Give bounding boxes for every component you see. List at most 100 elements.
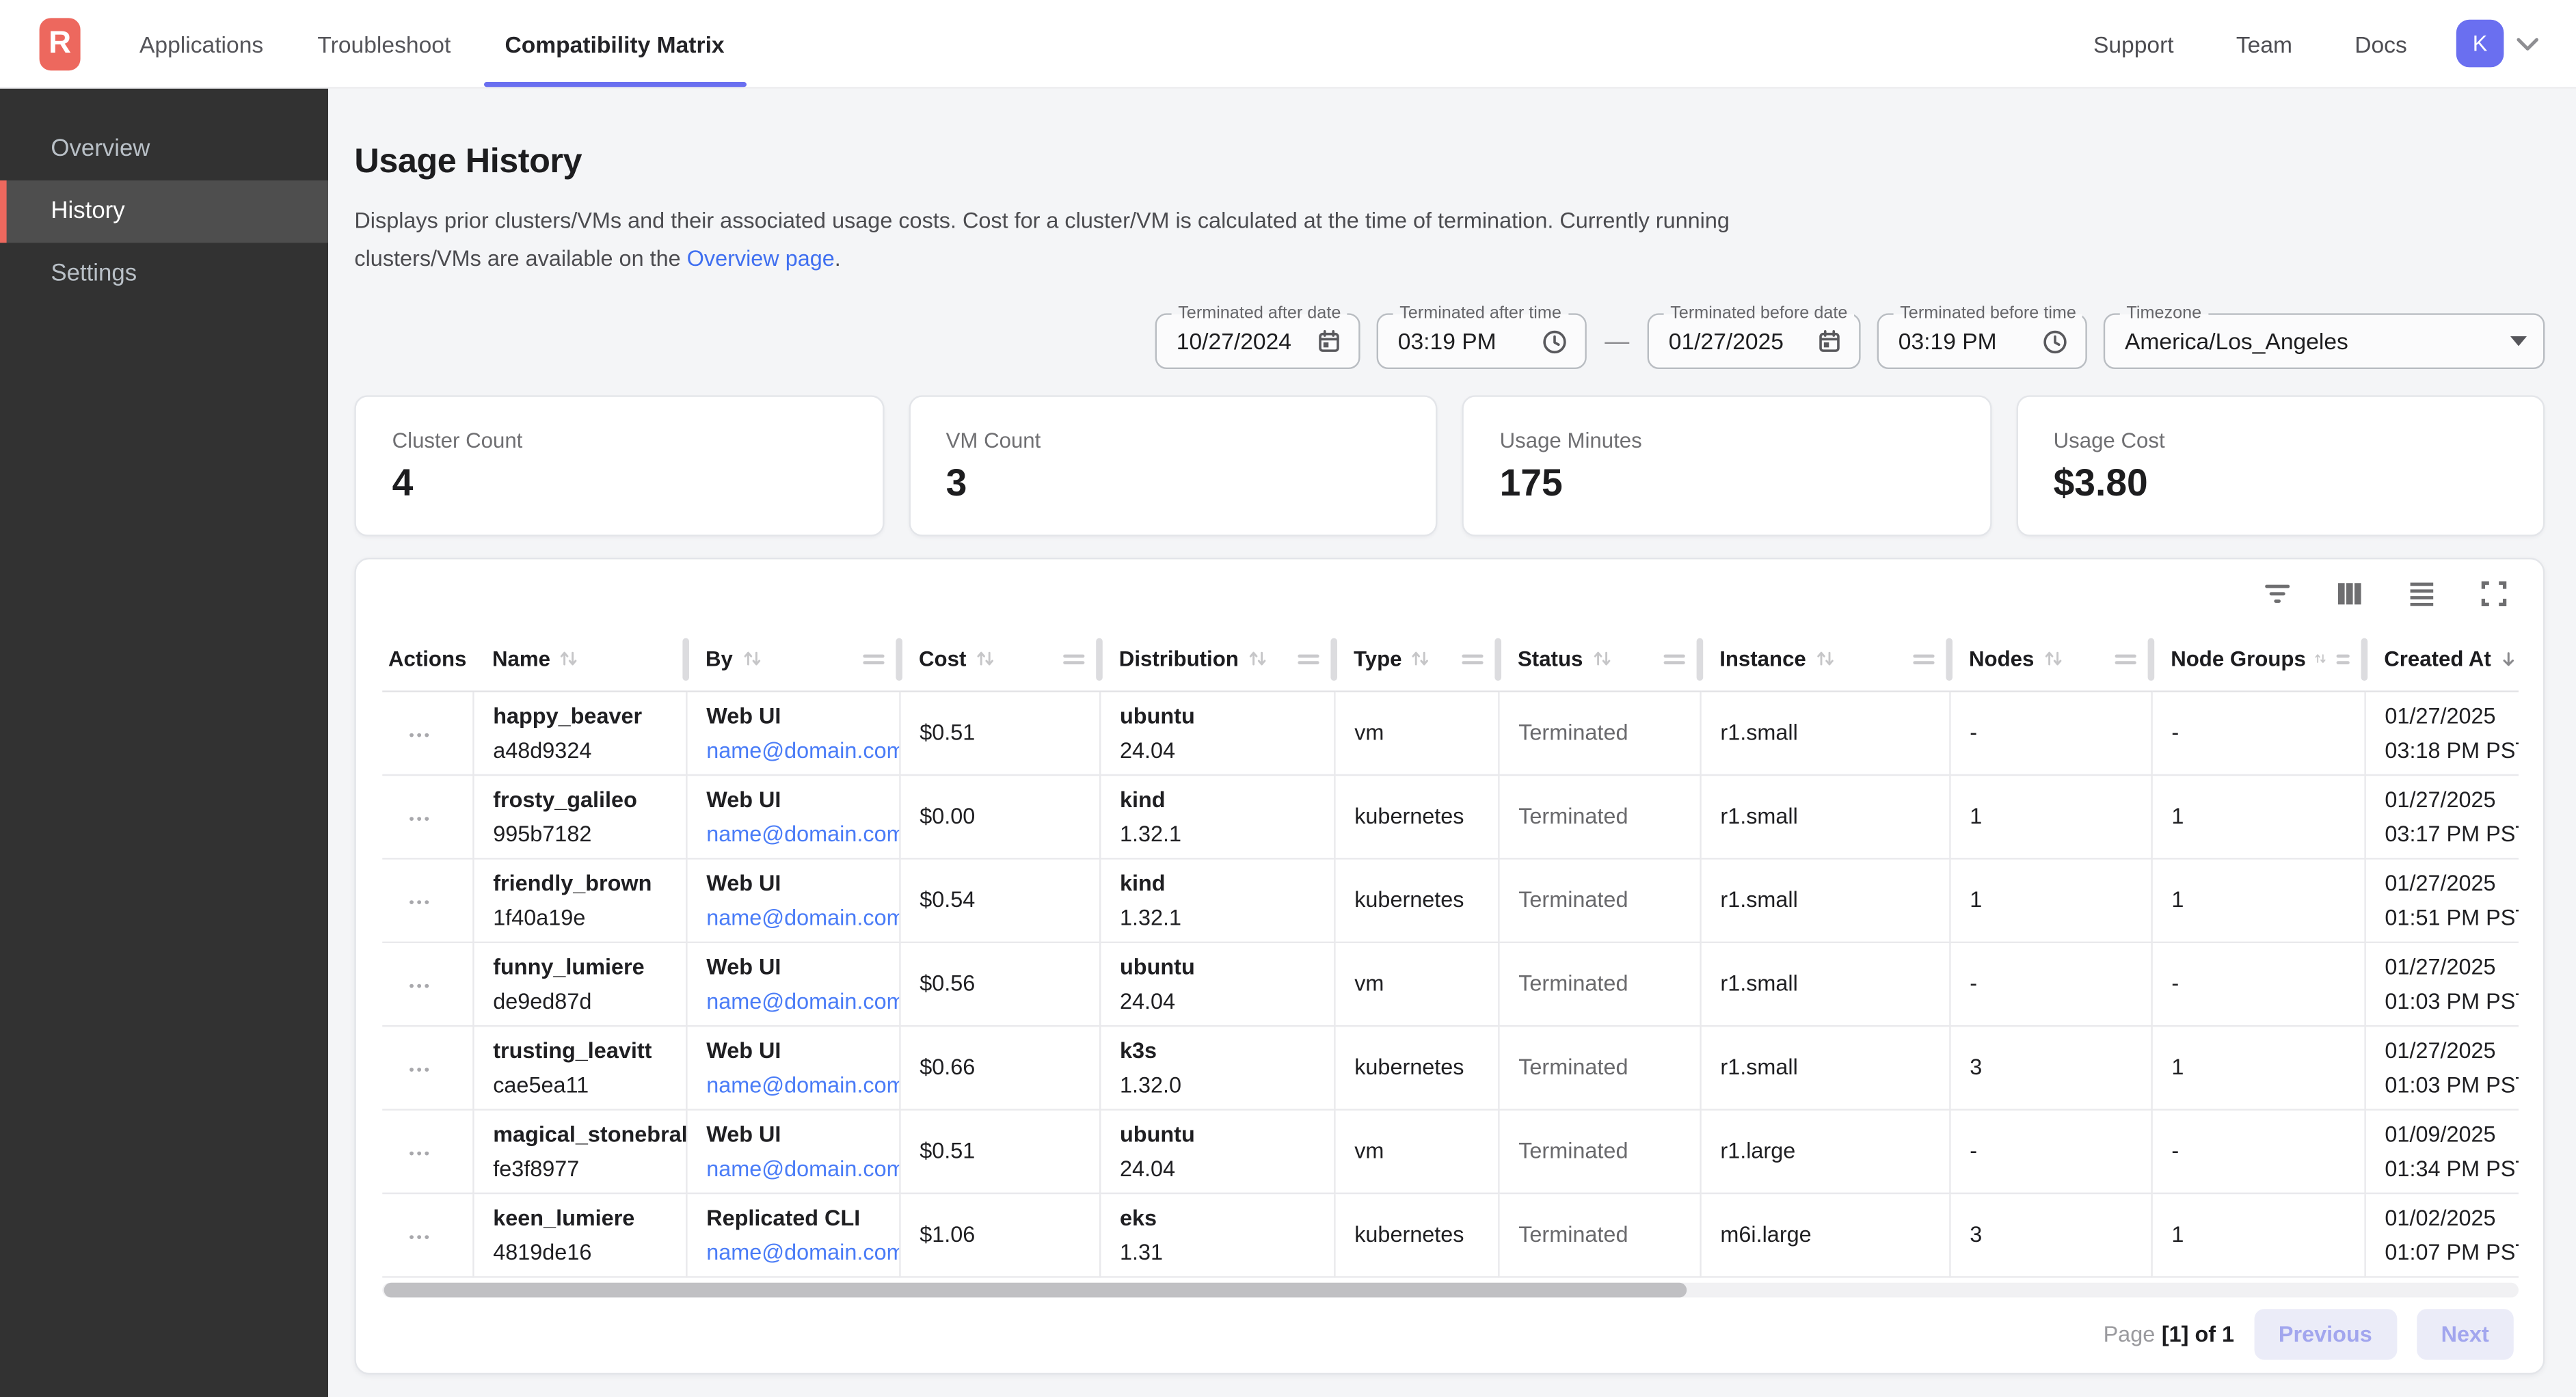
timezone-select[interactable]: Timezone America/Los_Angeles bbox=[2104, 313, 2545, 369]
clock-icon[interactable] bbox=[2041, 327, 2069, 355]
sort-icon[interactable] bbox=[1410, 649, 1432, 670]
row-actions-button[interactable]: ••• bbox=[409, 1061, 431, 1078]
account-menu[interactable]: K bbox=[2456, 20, 2540, 68]
column-header-node-groups[interactable]: Node Groups bbox=[2151, 628, 2364, 690]
horizontal-scrollbar[interactable] bbox=[382, 1282, 2519, 1297]
topbar-right: Support Team Docs K bbox=[2093, 20, 2576, 68]
email-link[interactable]: name@domain.com bbox=[706, 1234, 885, 1269]
email-link[interactable]: name@domain.com bbox=[706, 984, 885, 1018]
support-link[interactable]: Support bbox=[2093, 30, 2174, 56]
table-row[interactable]: ••• trusting_leavittcae5ea11 Web UIname@… bbox=[382, 1025, 2519, 1109]
terminated-before-date-field[interactable]: Terminated before date 01/27/2025 bbox=[1648, 313, 1861, 369]
sort-icon[interactable] bbox=[741, 649, 762, 670]
column-drag-handle[interactable] bbox=[1664, 653, 1685, 664]
column-drag-handle[interactable] bbox=[1462, 653, 1483, 664]
cluster-id: 1f40a19e bbox=[493, 899, 672, 934]
row-actions-button[interactable]: ••• bbox=[409, 1229, 431, 1245]
replicated-logo[interactable]: R bbox=[40, 17, 81, 70]
column-label: Created At bbox=[2384, 647, 2491, 671]
tab-troubleshoot[interactable]: Troubleshoot bbox=[317, 0, 451, 87]
row-actions-button[interactable]: ••• bbox=[409, 894, 431, 910]
clock-icon[interactable] bbox=[1541, 327, 1569, 355]
distribution-version: 1.32.1 bbox=[1120, 816, 1320, 850]
terminated-after-date-field[interactable]: Terminated after date 10/27/2024 bbox=[1155, 313, 1360, 369]
docs-link[interactable]: Docs bbox=[2354, 30, 2407, 56]
sort-icon[interactable] bbox=[559, 649, 580, 670]
filter-icon[interactable] bbox=[2261, 578, 2294, 610]
sort-desc-icon[interactable] bbox=[2499, 647, 2519, 670]
cluster-id: a48d9324 bbox=[493, 733, 672, 767]
column-header-status[interactable]: Status bbox=[1498, 628, 1700, 690]
terminated-after-time-field[interactable]: Terminated after time 03:19 PM bbox=[1377, 313, 1587, 369]
pagination: Page[1] of 1 Previous Next bbox=[382, 1297, 2517, 1372]
column-drag-handle[interactable] bbox=[1298, 653, 1319, 664]
table-row[interactable]: ••• happy_beavera48d9324 Web UIname@doma… bbox=[382, 690, 2519, 774]
column-header-type[interactable]: Type bbox=[1334, 628, 1498, 690]
name-cell: funny_lumierede9ed87d bbox=[472, 942, 686, 1025]
sidebar-item-overview[interactable]: Overview bbox=[0, 118, 328, 180]
row-actions-button[interactable]: ••• bbox=[409, 727, 431, 743]
terminated-before-time-field[interactable]: Terminated before time 03:19 PM bbox=[1877, 313, 2087, 369]
calendar-icon[interactable] bbox=[1316, 328, 1342, 354]
email-link[interactable]: name@domain.com bbox=[706, 733, 885, 767]
column-header-name[interactable]: Name bbox=[472, 628, 686, 690]
column-drag-handle[interactable] bbox=[1063, 653, 1084, 664]
sort-icon[interactable] bbox=[1247, 649, 1268, 670]
column-header-instance[interactable]: Instance bbox=[1700, 628, 1949, 690]
previous-button[interactable]: Previous bbox=[2254, 1309, 2397, 1359]
by-cell: Web UIname@domain.com bbox=[686, 942, 899, 1025]
actions-cell: ••• bbox=[382, 858, 472, 941]
sort-icon[interactable] bbox=[1591, 649, 1612, 670]
column-header-distribution[interactable]: Distribution bbox=[1099, 628, 1334, 690]
calendar-icon[interactable] bbox=[1816, 328, 1842, 354]
nodes-cell: - bbox=[1949, 1109, 2151, 1192]
sidebar-item-settings[interactable]: Settings bbox=[0, 243, 328, 305]
field-label: Timezone bbox=[2120, 303, 2208, 323]
team-link[interactable]: Team bbox=[2236, 30, 2292, 56]
sort-icon[interactable] bbox=[2314, 649, 2328, 670]
date-range-separator: — bbox=[1603, 327, 1631, 355]
row-actions-button[interactable]: ••• bbox=[409, 811, 431, 827]
sidebar-item-history[interactable]: History bbox=[0, 180, 328, 243]
sort-icon[interactable] bbox=[2042, 649, 2063, 670]
dropdown-arrow-icon[interactable] bbox=[2510, 336, 2527, 346]
overview-page-link[interactable]: Overview page bbox=[687, 246, 835, 271]
columns-icon[interactable] bbox=[2333, 578, 2366, 610]
email-link[interactable]: name@domain.com bbox=[706, 816, 885, 850]
table-row[interactable]: ••• friendly_brown1f40a19e Web UIname@do… bbox=[382, 858, 2519, 941]
tab-compatibility-matrix[interactable]: Compatibility Matrix bbox=[505, 0, 724, 87]
type-cell: vm bbox=[1334, 690, 1498, 774]
scrollbar-thumb[interactable] bbox=[384, 1282, 1687, 1297]
column-header-by[interactable]: By bbox=[686, 628, 899, 690]
row-actions-button[interactable]: ••• bbox=[409, 977, 431, 994]
table-row[interactable]: ••• frosty_galileo995b7182 Web UIname@do… bbox=[382, 774, 2519, 858]
nodes-cell: - bbox=[1949, 942, 2151, 1025]
next-button[interactable]: Next bbox=[2417, 1309, 2514, 1359]
table-row[interactable]: ••• magical_stonebrakerfe3f8977 Web UIna… bbox=[382, 1109, 2519, 1192]
email-link[interactable]: name@domain.com bbox=[706, 899, 885, 934]
column-header-created-at[interactable]: Created At bbox=[2364, 628, 2519, 690]
email-link[interactable]: name@domain.com bbox=[706, 1067, 885, 1101]
column-header-actions: Actions bbox=[382, 628, 472, 690]
column-drag-handle[interactable] bbox=[863, 653, 884, 664]
sort-icon[interactable] bbox=[1814, 649, 1836, 670]
sort-icon[interactable] bbox=[974, 649, 995, 670]
email-link[interactable]: name@domain.com bbox=[706, 1151, 885, 1185]
table-row[interactable]: ••• keen_lumiere4819de16 Replicated CLIn… bbox=[382, 1193, 2519, 1276]
status-cell: Terminated bbox=[1498, 1109, 1700, 1192]
tab-applications[interactable]: Applications bbox=[139, 0, 263, 87]
column-header-cost[interactable]: Cost bbox=[899, 628, 1099, 690]
column-drag-handle[interactable] bbox=[1913, 653, 1934, 664]
fullscreen-icon[interactable] bbox=[2478, 578, 2510, 610]
column-drag-handle[interactable] bbox=[2115, 653, 2136, 664]
avatar[interactable]: K bbox=[2456, 20, 2504, 68]
density-icon[interactable] bbox=[2405, 578, 2438, 610]
name-cell: magical_stonebrakerfe3f8977 bbox=[472, 1109, 686, 1192]
cluster-name: funny_lumiere bbox=[493, 949, 672, 983]
column-drag-handle[interactable] bbox=[2336, 653, 2350, 664]
row-actions-button[interactable]: ••• bbox=[409, 1145, 431, 1161]
column-header-nodes[interactable]: Nodes bbox=[1949, 628, 2151, 690]
table-row[interactable]: ••• funny_lumierede9ed87d Web UIname@dom… bbox=[382, 942, 2519, 1025]
name-cell: friendly_brown1f40a19e bbox=[472, 858, 686, 941]
stat-label: VM Count bbox=[946, 428, 1400, 452]
